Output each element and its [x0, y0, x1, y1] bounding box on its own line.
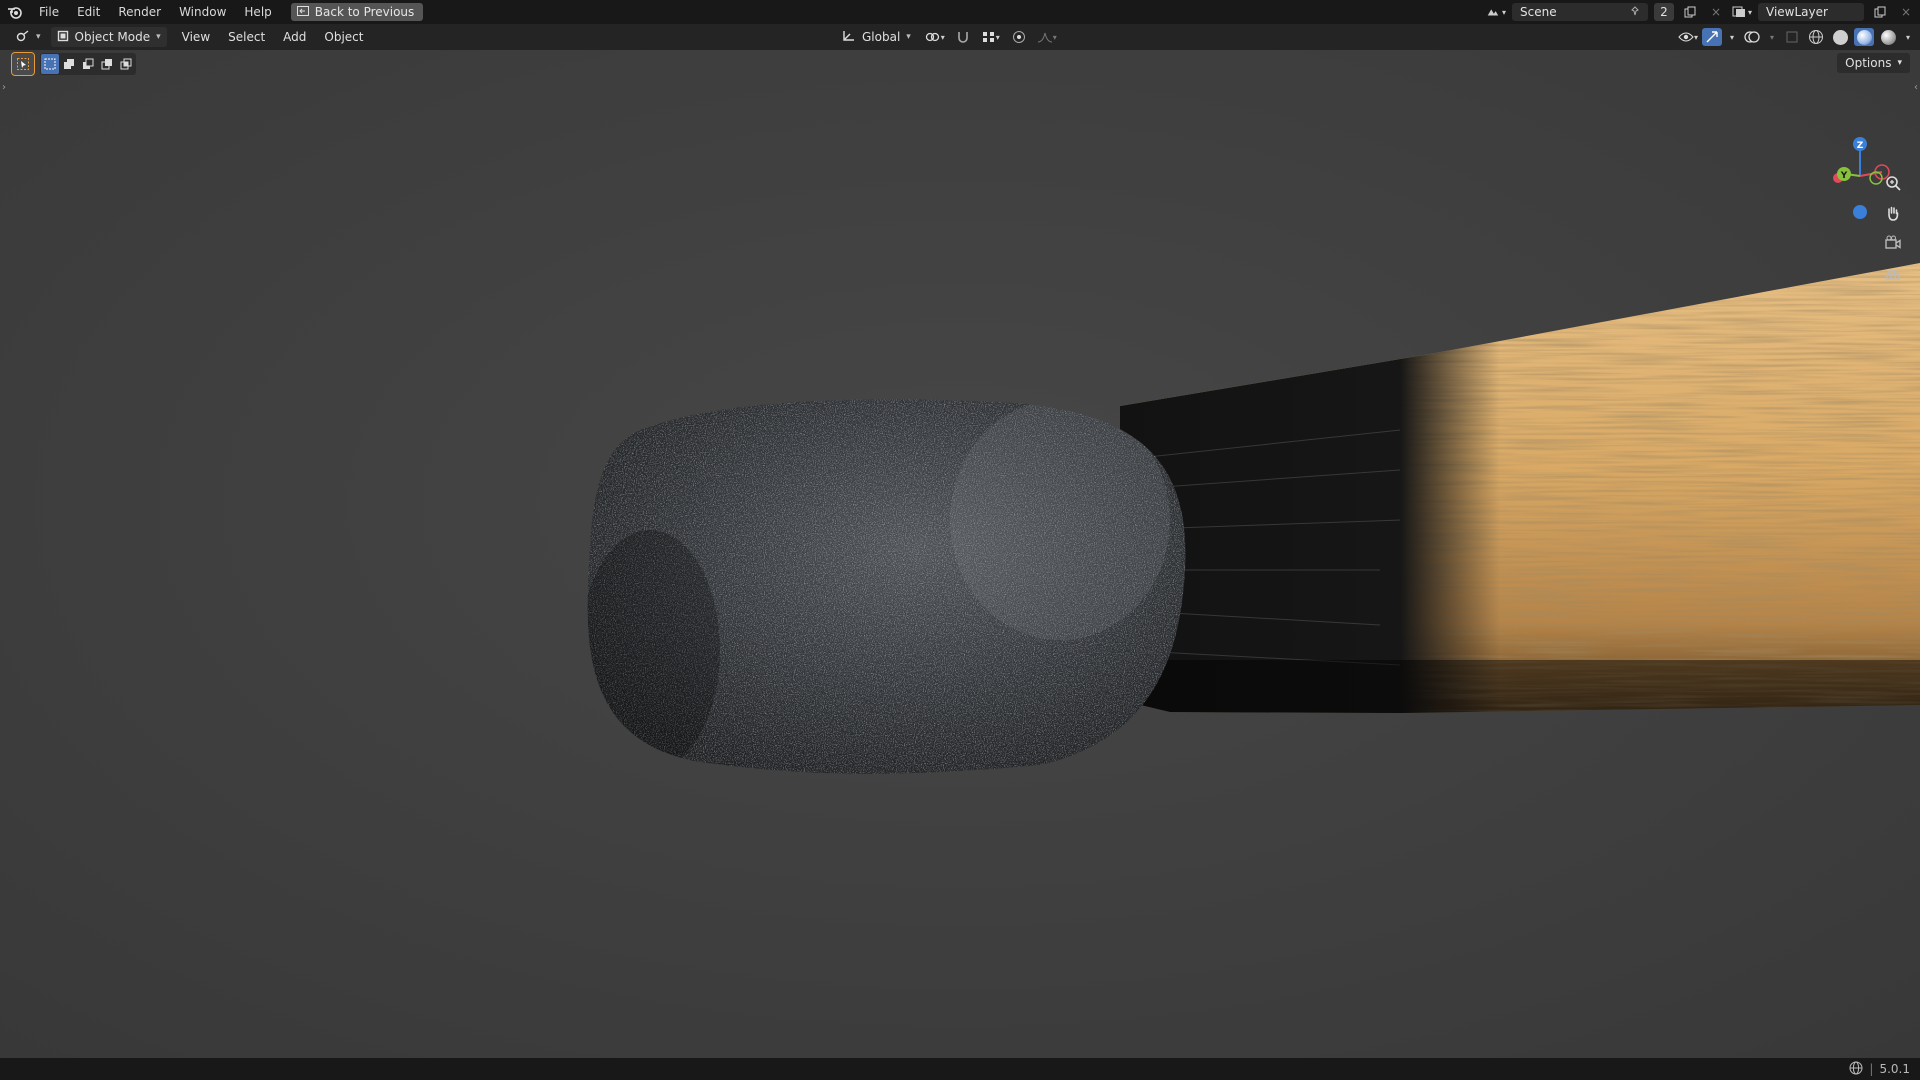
select-subtract-icon[interactable] — [79, 54, 97, 74]
visibility-icon[interactable]: ▾ — [1678, 28, 1698, 46]
gizmo-icon[interactable] — [1702, 28, 1722, 46]
view-layer-icon[interactable]: ▾ — [1732, 3, 1752, 21]
pivot-icon[interactable]: ▾ — [925, 28, 945, 46]
menu-help[interactable]: Help — [235, 0, 280, 24]
match-head — [587, 399, 1186, 774]
globe-icon — [1849, 1061, 1863, 1078]
editor-type-dropdown[interactable]: ▾ — [10, 27, 47, 47]
object-mode-icon — [57, 30, 69, 45]
copy-icon[interactable] — [1680, 3, 1700, 21]
zoom-icon[interactable] — [1880, 170, 1906, 196]
menu-view[interactable]: View — [173, 24, 219, 50]
overlay-icon[interactable] — [1742, 28, 1762, 46]
menu-object[interactable]: Object — [315, 24, 372, 50]
tool-settings — [11, 52, 136, 76]
3d-viewport[interactable]: › ‹ Z Y — [0, 50, 1920, 1058]
transform-icon — [842, 30, 856, 45]
transform-orientation-dropdown[interactable]: Global ▾ — [836, 27, 917, 47]
menu-render[interactable]: Render — [109, 0, 170, 24]
menu-window[interactable]: Window — [170, 0, 235, 24]
header-left: ▾ Object Mode ▾ View Select Add Object — [0, 24, 373, 50]
back-to-previous-button[interactable]: Back to Previous — [290, 3, 424, 21]
view-layer-field[interactable]: ViewLayer — [1758, 3, 1864, 21]
select-new-icon[interactable] — [41, 54, 59, 74]
selection-mode-group — [40, 53, 136, 75]
top-right-controls: ▾ Scene 2 × ▾ ViewLayer × — [1486, 0, 1920, 24]
options-label: Options — [1845, 56, 1892, 70]
wireframe-shading-icon[interactable] — [1806, 28, 1826, 46]
menu-edit[interactable]: Edit — [68, 0, 109, 24]
back-arrow-icon — [296, 5, 309, 19]
scene-icon[interactable]: ▾ — [1486, 3, 1506, 21]
snap-target-icon[interactable]: ▾ — [981, 28, 1001, 46]
header-right: ▾ ▾ ▾ ▾ — [1678, 24, 1914, 50]
close-icon[interactable]: × — [1706, 3, 1726, 21]
select-intersect-icon[interactable] — [117, 54, 135, 74]
header-menu: View Select Add Object — [173, 24, 373, 50]
select-tool-icon[interactable] — [11, 52, 35, 76]
top-bar: File Edit Render Window Help Back to Pre… — [0, 0, 1920, 24]
grid-icon[interactable] — [1880, 260, 1906, 286]
scene-name: Scene — [1520, 5, 1557, 19]
mode-label: Object Mode — [74, 30, 151, 44]
camera-icon[interactable] — [1880, 230, 1906, 256]
viewport-canvas — [0, 50, 1920, 1058]
options-dropdown[interactable]: Options ▾ — [1837, 53, 1910, 73]
viewport-header: ▾ Object Mode ▾ View Select Add Object G… — [0, 24, 1920, 50]
select-extend-icon[interactable] — [60, 54, 78, 74]
copy-icon[interactable] — [1870, 3, 1890, 21]
gizmo-dropdown[interactable]: ▾ — [1726, 28, 1738, 46]
scene-users-count: 2 — [1654, 3, 1674, 21]
pin-icon[interactable] — [1630, 5, 1640, 19]
version-info: | 5.0.1 — [1849, 1061, 1920, 1078]
menu-file[interactable]: File — [30, 0, 68, 24]
sidebar-expand-icon[interactable]: ‹ — [1914, 82, 1918, 93]
shading-dropdown[interactable]: ▾ — [1902, 28, 1914, 46]
transform-orientation-label: Global — [862, 30, 901, 44]
select-invert-icon[interactable] — [98, 54, 116, 74]
editor-type-icon — [16, 29, 30, 45]
mode-dropdown[interactable]: Object Mode ▾ — [50, 27, 167, 47]
back-to-previous-label: Back to Previous — [314, 5, 415, 19]
main-menu: File Edit Render Window Help — [30, 0, 281, 24]
gizmo-y-label: Y — [1840, 171, 1848, 181]
snap-icon[interactable] — [953, 28, 973, 46]
scene-selector[interactable]: Scene — [1512, 3, 1648, 21]
blender-logo-icon[interactable] — [0, 0, 30, 24]
falloff-icon[interactable]: ▾ — [1037, 28, 1057, 46]
proportional-icon[interactable] — [1009, 28, 1029, 46]
header-center: Global ▾ ▾ ▾ ▾ — [836, 24, 1057, 50]
solid-shading-icon[interactable] — [1830, 28, 1850, 46]
status-bar: | 5.0.1 — [0, 1058, 1920, 1080]
version-label: 5.0.1 — [1879, 1062, 1910, 1076]
toolbar-expand-icon[interactable]: › — [2, 82, 6, 93]
close-icon[interactable]: × — [1896, 3, 1916, 21]
menu-select[interactable]: Select — [219, 24, 274, 50]
hand-pan-icon[interactable] — [1880, 200, 1906, 226]
xray-icon[interactable] — [1782, 28, 1802, 46]
material-shading-icon[interactable] — [1854, 28, 1874, 46]
overlay-dropdown[interactable]: ▾ — [1766, 28, 1778, 46]
menu-add[interactable]: Add — [274, 24, 315, 50]
gizmo-z-label: Z — [1857, 141, 1864, 151]
rendered-shading-icon[interactable] — [1878, 28, 1898, 46]
